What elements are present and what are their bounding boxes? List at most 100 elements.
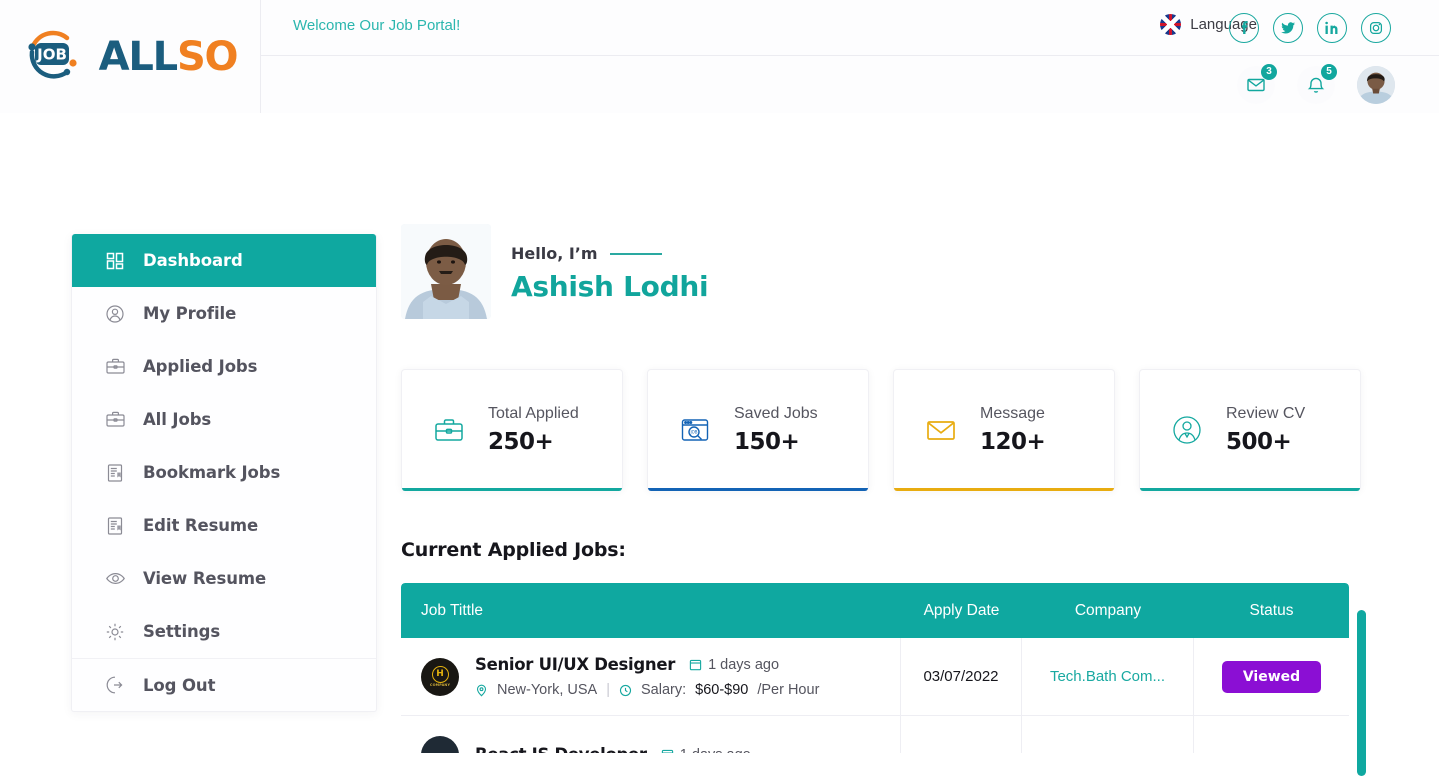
- user-name: Ashish Lodhi: [511, 270, 709, 303]
- uk-flag-icon: [1160, 14, 1182, 35]
- sidebar-item-settings[interactable]: Settings: [72, 605, 376, 658]
- linkedin-icon[interactable]: [1317, 13, 1347, 43]
- user-profile-icon: [104, 303, 126, 325]
- sidebar-item-bookmark-jobs[interactable]: Bookmark Jobs: [72, 446, 376, 499]
- twitter-icon[interactable]: [1273, 13, 1303, 43]
- job-title-cell: React JS Developer 1 days ago: [401, 716, 901, 753]
- alerts-button[interactable]: 5: [1297, 63, 1337, 104]
- logo[interactable]: JOB ALLSO: [0, 0, 261, 113]
- company-logo-icon: [421, 735, 459, 753]
- job-location: New-York, USA: [497, 682, 598, 698]
- sidebar-item-label: Bookmark Jobs: [143, 463, 281, 482]
- sidebar-item-label: Log Out: [143, 675, 216, 695]
- greeting-block: Hello, I’m Ashish Lodhi: [401, 224, 1369, 319]
- dashboard-grid-icon: [104, 250, 126, 272]
- svg-text:JOB: JOB: [36, 45, 67, 63]
- divider: |: [606, 682, 610, 698]
- person-review-icon: [1162, 405, 1212, 455]
- briefcase-icon: [104, 356, 126, 378]
- logout-icon: [104, 674, 126, 696]
- header-right-area: Welcome Our Job Portal! Language 3 5: [261, 0, 1439, 113]
- job-posted-ago: 1 days ago: [689, 657, 779, 673]
- section-title-applied-jobs: Current Applied Jobs:: [401, 539, 626, 561]
- messages-button[interactable]: 3: [1237, 63, 1277, 104]
- top-header: JOB ALLSO Welcome Our Job Portal! Langua…: [0, 0, 1439, 113]
- table-row[interactable]: H COMPANY Senior UI/UX Designer 1 days a…: [401, 638, 1349, 716]
- salary-unit: /Per Hour: [757, 682, 820, 698]
- job-posted-ago: 1 days ago: [661, 747, 751, 754]
- social-links: [1229, 13, 1391, 43]
- gear-icon: [104, 621, 126, 643]
- company-logo-icon: H COMPANY: [421, 657, 459, 696]
- column-header-apply-date: Apply Date: [923, 601, 1000, 619]
- svg-text:JOB: JOB: [689, 430, 697, 435]
- sidebar-item-label: My Profile: [143, 304, 237, 323]
- sidebar-item-all-jobs[interactable]: All Jobs: [72, 393, 376, 446]
- company-logo-mark: H: [431, 665, 449, 683]
- stat-card-value: 150+: [734, 429, 800, 455]
- status-badge[interactable]: Viewed: [1221, 660, 1322, 693]
- header-bottom-row: 3 5: [261, 56, 1439, 113]
- sidebar-item-view-resume[interactable]: View Resume: [72, 552, 376, 605]
- stat-card-message[interactable]: Message 120+: [893, 369, 1115, 491]
- column-header-job-title: Job Tittle: [421, 601, 484, 619]
- sidebar-item-dashboard[interactable]: Dashboard: [72, 234, 376, 287]
- facebook-icon[interactable]: [1229, 13, 1259, 43]
- logo-text-primary: ALL: [98, 33, 179, 80]
- salary-value: $60-$90: [695, 682, 749, 698]
- sidebar-item-applied-jobs[interactable]: Applied Jobs: [72, 340, 376, 393]
- instagram-icon[interactable]: [1361, 13, 1391, 43]
- document-edit-icon: [104, 515, 126, 537]
- stat-card-label: Review CV: [1226, 405, 1306, 422]
- company-cell[interactable]: Tech.Bath Com...: [1022, 638, 1194, 715]
- document-bookmark-icon: [104, 462, 126, 484]
- column-header-company: Company: [1074, 601, 1142, 619]
- briefcase-icon: [104, 409, 126, 431]
- stat-card-total-applied[interactable]: Total Applied 250+: [401, 369, 623, 491]
- sidebar-item-label: View Resume: [143, 569, 267, 588]
- company-logo-subtext: COMPANY: [429, 683, 451, 688]
- sidebar-item-label: Dashboard: [143, 251, 243, 270]
- status-cell: Viewed: [1194, 638, 1349, 715]
- stat-card-review-cv[interactable]: Review CV 500+: [1139, 369, 1361, 491]
- sidebar-item-label: Applied Jobs: [143, 357, 258, 376]
- job-title[interactable]: Senior UI/UX Designer: [475, 655, 675, 674]
- job-posted-ago-text: 1 days ago: [680, 747, 751, 754]
- stat-card-saved-jobs[interactable]: JOB Saved Jobs 150+: [647, 369, 869, 491]
- stat-cards: Total Applied 250+ JOB Saved Jobs 150+ M…: [401, 369, 1369, 491]
- sidebar-nav: Dashboard My Profile Applied Jobs All Jo…: [71, 234, 377, 712]
- notification-area: 3 5: [1237, 63, 1395, 104]
- sidebar-item-my-profile[interactable]: My Profile: [72, 287, 376, 340]
- stat-card-value: 500+: [1226, 429, 1292, 455]
- table-scrollbar-thumb[interactable]: [1357, 610, 1366, 776]
- calendar-icon: [689, 658, 702, 671]
- logo-badge-icon: JOB: [23, 26, 99, 88]
- calendar-icon: [661, 748, 674, 753]
- greeting-divider-line: [609, 252, 662, 255]
- sidebar-item-label: Edit Resume: [143, 516, 259, 535]
- envelope-icon: [916, 405, 966, 455]
- logo-text-accent: SO: [176, 33, 239, 80]
- table-row[interactable]: React JS Developer 1 days ago: [401, 716, 1349, 753]
- job-title-cell: H COMPANY Senior UI/UX Designer 1 days a…: [401, 638, 901, 715]
- avatar[interactable]: [1357, 65, 1395, 104]
- salary-clock-icon: [619, 684, 632, 697]
- header-top-row: Welcome Our Job Portal! Language: [261, 0, 1439, 56]
- apply-date-cell: 03/07/2022: [901, 638, 1022, 715]
- stat-card-label: Message: [980, 405, 1045, 422]
- stat-card-value: 120+: [980, 429, 1046, 455]
- column-header-status: Status: [1249, 601, 1294, 619]
- eye-icon: [104, 568, 126, 590]
- job-title[interactable]: React JS Developer: [475, 745, 647, 753]
- sidebar-item-log-out[interactable]: Log Out: [72, 658, 376, 711]
- company-cell[interactable]: [1022, 716, 1194, 753]
- profile-photo: [401, 224, 491, 319]
- job-search-window-icon: JOB: [670, 405, 720, 455]
- status-cell: [1194, 716, 1349, 753]
- location-pin-icon: [475, 684, 488, 697]
- stat-card-label: Total Applied: [488, 405, 579, 422]
- messages-badge: 3: [1261, 63, 1277, 80]
- job-posted-ago-text: 1 days ago: [708, 656, 780, 673]
- sidebar-item-edit-resume[interactable]: Edit Resume: [72, 499, 376, 552]
- apply-date-cell: [901, 716, 1022, 753]
